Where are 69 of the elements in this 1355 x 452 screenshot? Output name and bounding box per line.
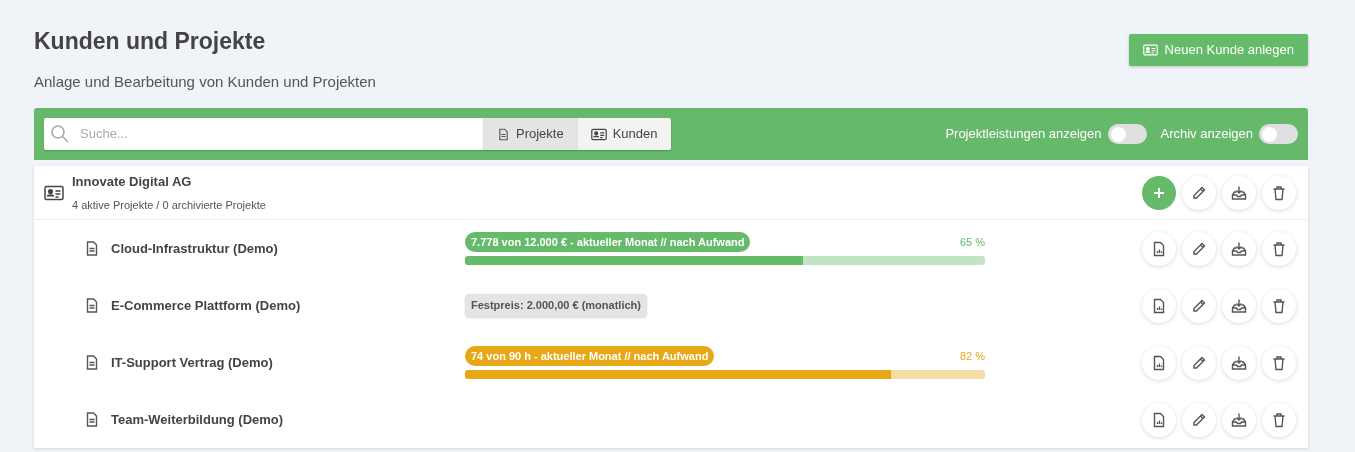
edit-button[interactable]	[1182, 402, 1216, 437]
view-tab[interactable]: Kunden	[576, 118, 671, 150]
percent-label: 65 %	[959, 234, 985, 250]
archive-button[interactable]	[1222, 288, 1256, 323]
report-button[interactable]	[1142, 231, 1176, 266]
document-icon	[84, 297, 100, 314]
search-icon	[50, 124, 70, 144]
pencil-icon	[1191, 184, 1207, 201]
edit-button[interactable]	[1182, 345, 1216, 380]
inbox-download-icon	[1231, 184, 1247, 201]
report-icon	[1151, 411, 1167, 428]
trash-icon	[1271, 354, 1287, 371]
report-button[interactable]	[1142, 402, 1176, 437]
report-button[interactable]	[1142, 288, 1176, 323]
delete-button[interactable]	[1262, 175, 1296, 210]
inbox-download-icon	[1231, 297, 1247, 314]
inbox-download-icon	[1231, 354, 1247, 371]
archive-button[interactable]	[1222, 231, 1256, 266]
toggle-label: Archiv anzeigen	[1160, 125, 1253, 144]
archive-button[interactable]	[1222, 175, 1256, 210]
archive-button[interactable]	[1222, 402, 1256, 437]
view-tab[interactable]: Projekte	[483, 118, 577, 150]
toggle-switch[interactable]	[1259, 124, 1298, 144]
trash-icon	[1271, 240, 1287, 257]
report-button[interactable]	[1142, 345, 1176, 380]
id-card-icon	[44, 184, 64, 201]
trash-icon	[1271, 411, 1287, 428]
pencil-icon	[1191, 240, 1207, 257]
id-card-icon	[590, 127, 607, 141]
toggle-label: Projektleistungen anzeigen	[945, 125, 1102, 144]
document-icon	[497, 127, 510, 141]
trash-icon	[1271, 297, 1287, 314]
project-name: Cloud-Infrastruktur (Demo)	[111, 239, 278, 258]
report-icon	[1151, 354, 1167, 371]
customer-summary: 4 aktive Projekte / 0 archivierte Projekte	[72, 197, 266, 213]
document-icon	[84, 240, 100, 257]
edit-button[interactable]	[1182, 231, 1216, 266]
inbox-download-icon	[1231, 411, 1247, 428]
document-icon	[84, 411, 100, 428]
toggle-switch[interactable]	[1107, 124, 1147, 144]
pencil-icon	[1191, 411, 1207, 428]
plus-icon	[1153, 186, 1165, 199]
budget-badge: 7.778 von 12.000 € - aktueller Monat // nach Aufwand	[465, 231, 751, 253]
archive-button[interactable]	[1222, 345, 1256, 380]
page-title: Kunden und Projekte	[34, 27, 267, 56]
report-icon	[1151, 240, 1167, 257]
page-subtitle: Anlage und Bearbeitung von Kunden und Projekten	[34, 71, 376, 92]
edit-button[interactable]	[1182, 288, 1216, 323]
trash-icon	[1271, 184, 1287, 201]
report-icon	[1151, 297, 1167, 314]
edit-button[interactable]	[1182, 175, 1216, 210]
fixed-price-badge: Festpreis: 2.000,00 € (monatlich)	[465, 294, 647, 317]
delete-button[interactable]	[1262, 288, 1296, 323]
search-field[interactable]: Suche...	[80, 124, 477, 144]
project-name: E-Commerce Plattform (Demo)	[111, 296, 301, 315]
id-card-icon	[1142, 44, 1158, 56]
delete-button[interactable]	[1262, 231, 1296, 266]
document-icon	[84, 354, 100, 371]
budget-badge: 74 von 90 h - aktueller Monat // nach Aufwand	[465, 345, 715, 367]
project-name: IT-Support Vertrag (Demo)	[111, 353, 273, 372]
pencil-icon	[1191, 297, 1207, 314]
delete-button[interactable]	[1262, 345, 1296, 380]
delete-button[interactable]	[1262, 402, 1296, 437]
search-bar[interactable]: Suche...	[44, 118, 483, 150]
inbox-download-icon	[1231, 240, 1247, 257]
customer-name: Innovate Digital AG	[72, 173, 193, 191]
pencil-icon	[1191, 354, 1207, 371]
project-name: Team-Weiterbildung (Demo)	[111, 410, 284, 429]
percent-label: 82 %	[959, 348, 985, 364]
